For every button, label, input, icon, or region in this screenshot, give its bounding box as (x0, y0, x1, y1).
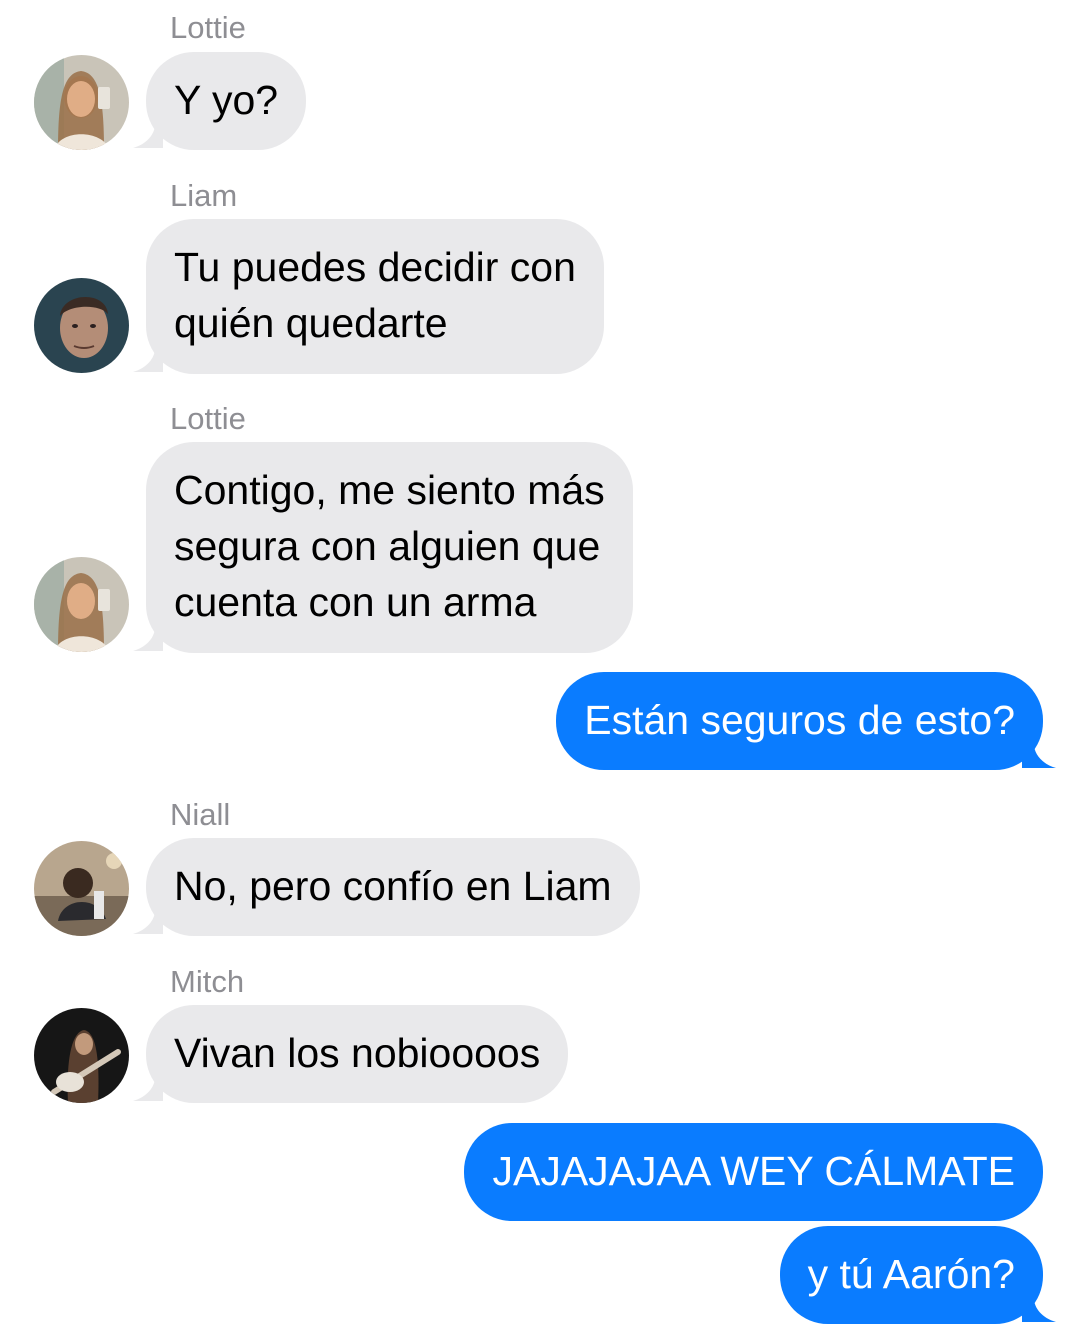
bubble-tail (1022, 744, 1056, 768)
lottie-avatar[interactable] (34, 55, 129, 150)
message-bubble-outgoing[interactable]: y tú Aarón? (779, 1226, 1043, 1324)
message-bubble[interactable]: No, pero confío en Liam (146, 838, 640, 936)
message-bubble-outgoing[interactable]: Están seguros de esto? (556, 672, 1043, 770)
niall-avatar[interactable] (34, 841, 129, 936)
message-bubble[interactable]: Contigo, me siento más segura con alguie… (146, 442, 633, 653)
sender-name: Niall (170, 797, 231, 832)
bubble-tail (1022, 1298, 1056, 1322)
lottie-avatar[interactable] (34, 557, 129, 652)
sender-name: Lottie (170, 10, 246, 45)
sender-name: Liam (170, 178, 238, 213)
bubble-tail (133, 627, 163, 651)
bubble-tail (133, 348, 163, 372)
message-bubble[interactable]: Tu puedes decidir con quién quedarte (146, 219, 604, 374)
bubble-tail (133, 910, 163, 934)
sender-name: Lottie (170, 401, 246, 436)
bubble-tail (133, 124, 163, 148)
sender-name: Mitch (170, 964, 245, 999)
bubble-tail (133, 1077, 163, 1101)
message-bubble[interactable]: Y yo? (146, 52, 307, 150)
liam-avatar[interactable] (34, 278, 129, 373)
message-bubble-outgoing[interactable]: JAJAJAJAA WEY CÁLMATE (464, 1123, 1043, 1221)
mitch-avatar[interactable] (34, 1008, 129, 1103)
message-bubble[interactable]: Vivan los nobioooos (146, 1005, 569, 1103)
